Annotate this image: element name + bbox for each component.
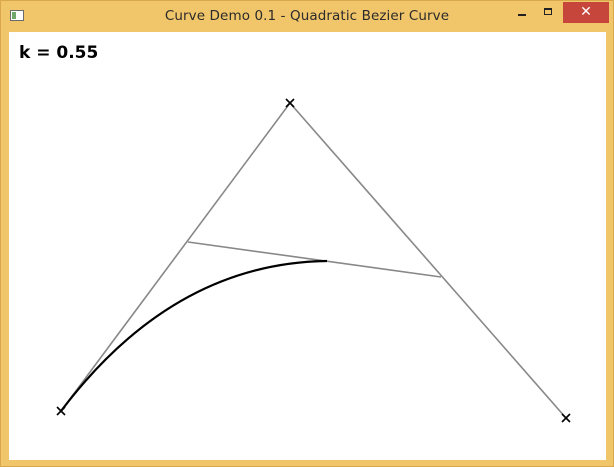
k-value-label: k = 0.55 [19, 43, 99, 63]
interpolation-line [187, 241, 442, 278]
maximize-icon [544, 8, 552, 15]
bezier-curve [60, 259, 328, 412]
close-icon: ✕ [580, 4, 592, 20]
maximize-button[interactable] [535, 2, 562, 23]
close-button[interactable]: ✕ [563, 2, 609, 23]
drawing-canvas[interactable]: k = 0.55 [9, 32, 606, 460]
bezier-canvas[interactable] [9, 32, 606, 460]
minimize-button[interactable] [508, 2, 535, 23]
title-bar[interactable]: Curve Demo 0.1 - Quadratic Bezier Curve … [1, 1, 613, 32]
control-point-start[interactable] [56, 406, 66, 416]
hull-line-right [289, 102, 567, 419]
control-point-end[interactable] [561, 413, 571, 423]
minimize-icon [518, 14, 526, 16]
control-point-middle[interactable] [285, 98, 295, 108]
hull-line-left [60, 102, 291, 412]
app-window: Curve Demo 0.1 - Quadratic Bezier Curve … [0, 0, 614, 467]
